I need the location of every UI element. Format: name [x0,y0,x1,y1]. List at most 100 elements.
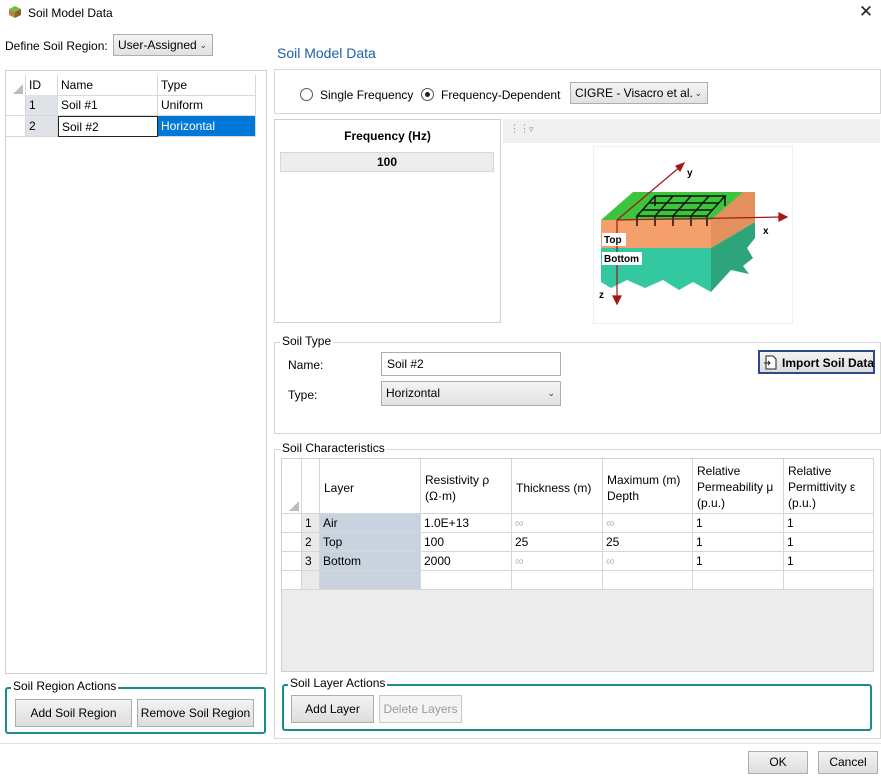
depth-cell[interactable]: 25 [603,533,693,552]
row-marker [282,571,302,590]
row-number: 1 [302,514,320,533]
define-region-value: User-Assigned [118,38,197,52]
permeability-cell[interactable]: 1 [693,514,784,533]
col-header-permeability[interactable]: Relative Permeability μ (p.u.) [693,459,784,514]
col-header-id[interactable]: ID [26,75,58,96]
y-axis-label: y [687,168,693,179]
depth-cell[interactable]: ∞ [603,514,693,533]
ok-button[interactable]: OK [748,751,808,774]
delete-layers-button[interactable]: Delete Layers [379,695,462,723]
soil-type-label: Type: [288,388,318,402]
region-type-selected[interactable]: Horizontal [158,116,256,137]
col-header-permittivity[interactable]: Relative Permittivity ε (p.u.) [784,459,874,514]
frequency-header: Frequency (Hz) [344,129,431,143]
region-name[interactable]: Soil #1 [58,95,158,116]
import-file-icon [764,355,777,370]
footer-divider [0,743,881,744]
layers-grid: Layer Resistivity ρ (Ω·m) Thickness (m) … [281,458,874,672]
col-header-type[interactable]: Type [158,75,256,96]
new-row-cell[interactable] [603,571,693,590]
section-title: Soil Model Data [277,45,376,61]
layer-actions-title: Soil Layer Actions [288,676,388,690]
soil-diagram: y x z Top Bottom [593,146,793,324]
soil-type-title: Soil Type [280,334,334,348]
permittivity-header-line1: Relative [788,464,832,478]
dropdown-icon[interactable]: ▿ [529,124,534,135]
frequency-dependent-radio[interactable] [421,88,434,101]
soil-name-input[interactable]: Soil #2 [381,352,561,376]
resistivity-cell[interactable]: 100 [421,533,512,552]
soil-type-value: Horizontal [386,386,441,400]
permeability-header-line1: Relative [697,464,741,478]
layer-name-cell[interactable]: Bottom [320,552,421,571]
new-row-cell[interactable] [693,571,784,590]
permeability-header-line2: Permeability μ [697,480,774,494]
region-row[interactable]: 2 Soil #2 Horizontal [6,116,268,137]
chevron-down-icon: ⌄ [199,40,207,50]
define-region-select[interactable]: User-Assigned ⌄ [113,34,213,56]
title-bar [0,0,881,26]
region-name[interactable]: Soil #2 [58,116,158,137]
single-frequency-radio[interactable] [300,88,313,101]
col-header-resistivity[interactable]: Resistivity ρ (Ω·m) [421,459,512,514]
permeability-header-line3: (p.u.) [697,496,726,510]
frequency-value-cell[interactable]: 100 [280,152,494,172]
depth-cell[interactable]: ∞ [603,552,693,571]
define-region-label: Define Soil Region: [5,39,108,53]
permittivity-header-line3: (p.u.) [788,496,817,510]
row-marker [6,116,26,137]
new-row-layer-cell[interactable] [320,571,421,590]
soil-characteristics-title: Soil Characteristics [280,441,387,455]
single-frequency-label: Single Frequency [320,88,414,102]
grip-icon: ⋮⋮ [509,123,530,135]
app-icon [9,6,21,18]
region-row[interactable]: 1 Soil #1 Uniform [6,95,268,116]
chevron-down-icon: ⌄ [694,88,702,98]
permittivity-cell[interactable]: 1 [784,514,874,533]
diagram-toolbar: ⋮⋮ ▿ [503,119,880,143]
region-type[interactable]: Uniform [158,95,256,116]
soil-type-select[interactable]: Horizontal ⌄ [381,381,561,406]
row-number-header [302,459,320,514]
import-soil-data-button[interactable]: Import Soil Data [758,350,875,374]
add-soil-region-button[interactable]: Add Soil Region [15,699,132,727]
new-row-cell[interactable] [512,571,603,590]
new-row-cell[interactable] [421,571,512,590]
grid-corner [282,459,302,514]
row-number: 3 [302,552,320,571]
permeability-cell[interactable]: 1 [693,552,784,571]
layer-name-cell[interactable]: Top [320,533,421,552]
top-layer-label: Top [604,235,622,246]
region-id: 1 [26,95,58,116]
grid-corner [6,75,26,96]
layer-name-cell[interactable]: Air [320,514,421,533]
row-marker [6,95,26,116]
row-number [302,571,320,590]
close-icon[interactable]: ✕ [856,2,876,22]
soil-name-label: Name: [288,358,324,372]
regions-header-row: ID Name Type [6,75,268,96]
permittivity-header-line2: Permittivity ε [788,480,856,494]
col-header-thickness[interactable]: Thickness (m) [512,459,603,514]
frequency-model-select[interactable]: CIGRE - Visacro et al. ⌄ [570,82,708,104]
frequency-table [274,119,501,323]
col-header-max-depth[interactable]: Maximum (m) Depth [603,459,693,514]
thickness-cell[interactable]: 25 [512,533,603,552]
new-row-cell[interactable] [784,571,874,590]
col-header-layer[interactable]: Layer [320,459,421,514]
add-layer-button[interactable]: Add Layer [291,695,374,723]
thickness-cell[interactable]: ∞ [512,552,603,571]
frequency-dependent-label: Frequency-Dependent [441,88,561,102]
thickness-cell[interactable]: ∞ [512,514,603,533]
permittivity-cell[interactable]: 1 [784,552,874,571]
permittivity-cell[interactable]: 1 [784,533,874,552]
permeability-cell[interactable]: 1 [693,533,784,552]
row-marker [282,514,302,533]
row-marker [282,533,302,552]
resistivity-cell[interactable]: 1.0E+13 [421,514,512,533]
resistivity-cell[interactable]: 2000 [421,552,512,571]
max-depth-header-line1: Maximum (m) [607,473,681,487]
col-header-name[interactable]: Name [58,75,158,96]
cancel-button[interactable]: Cancel [818,751,878,774]
remove-soil-region-button[interactable]: Remove Soil Region [137,699,254,727]
